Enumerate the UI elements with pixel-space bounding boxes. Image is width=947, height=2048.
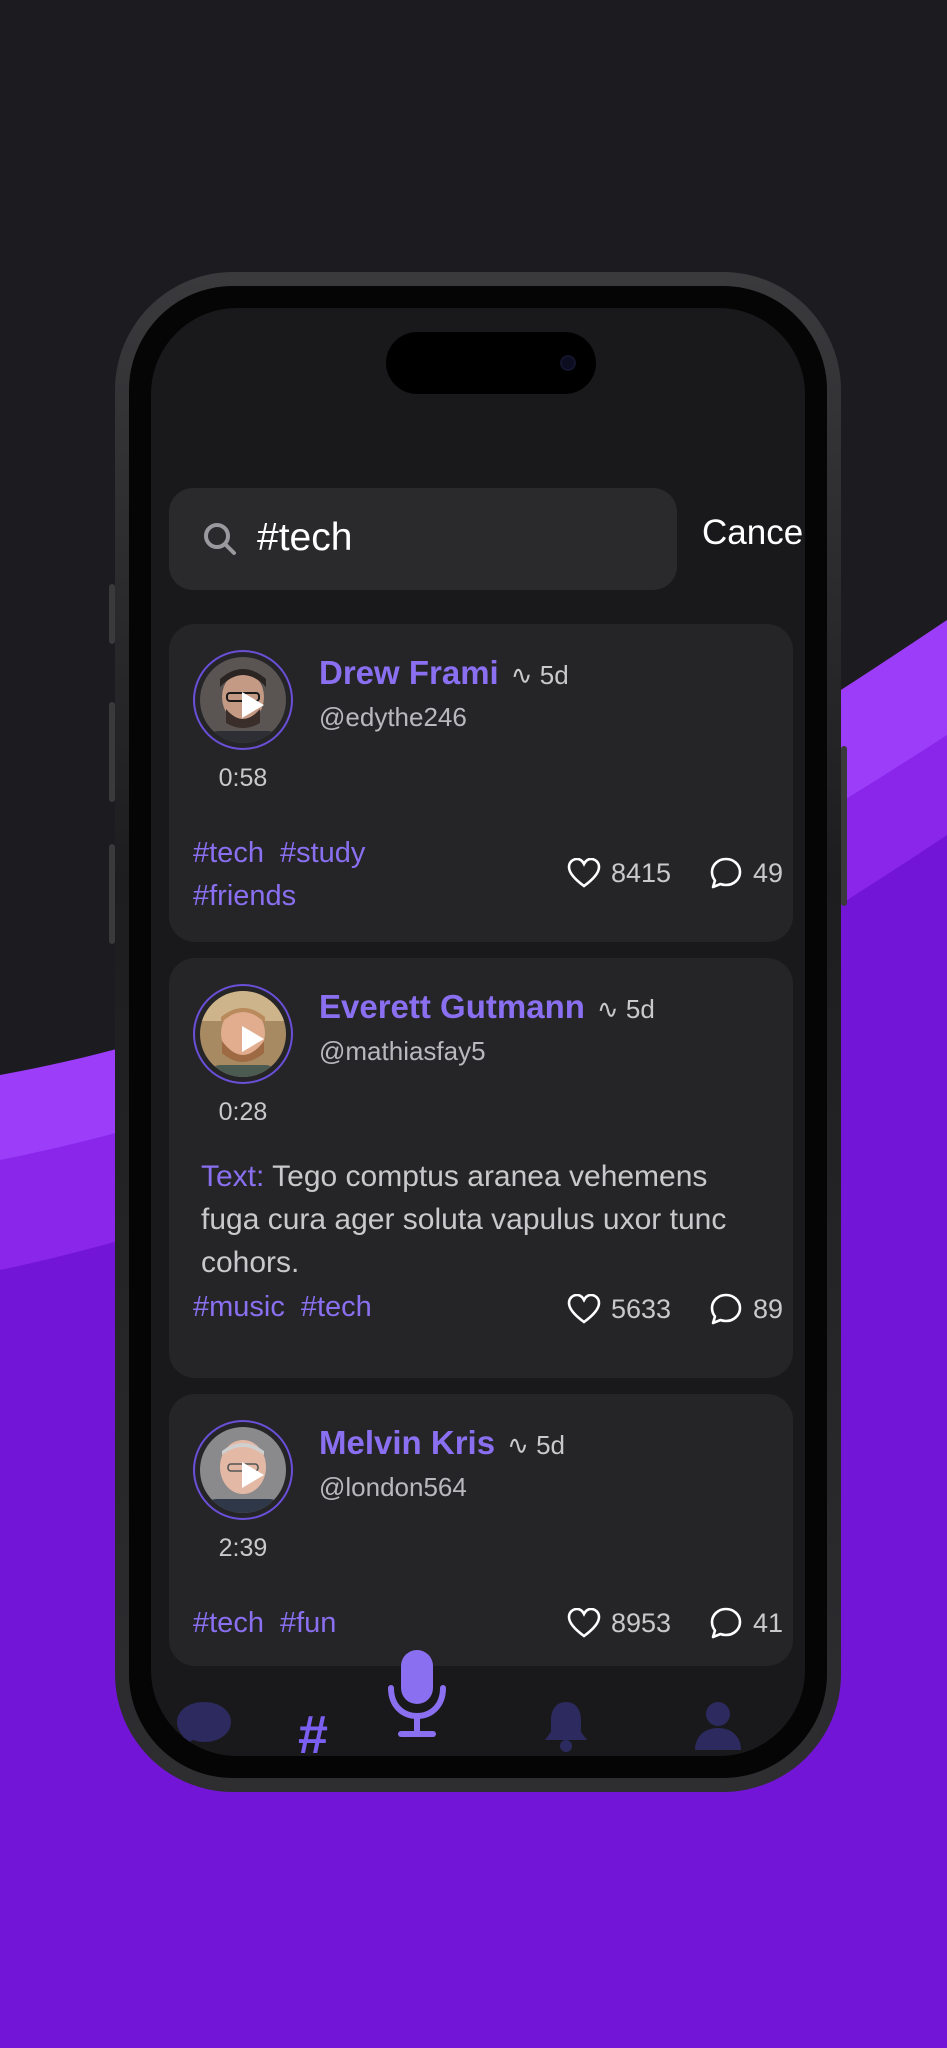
like-button[interactable]: 8953 (567, 1607, 672, 1640)
cancel-button[interactable]: Cancel (702, 513, 805, 553)
post-text: Text: Tego comptus aranea vehemens fuga … (201, 1155, 771, 1284)
author-handle[interactable]: @edythe246 (319, 702, 467, 733)
post-age: ∿ 5d (510, 660, 569, 690)
comment-icon (710, 1293, 742, 1325)
chat-bubble-icon[interactable] (175, 1700, 233, 1750)
author-name[interactable]: Drew Frami (319, 654, 499, 691)
tag-list: #music #tech (193, 1286, 493, 1329)
author-name[interactable]: Everett Gutmann (319, 988, 585, 1025)
tag-chip[interactable]: #friends (193, 880, 296, 912)
heart-icon (567, 1293, 601, 1324)
audio-duration: 0:28 (218, 1098, 268, 1126)
author-handle[interactable]: @london564 (319, 1472, 467, 1503)
post-card[interactable]: 0:58 Drew Frami ∿ 5d @edythe246 #tech #stu… (169, 624, 793, 942)
tag-chip[interactable]: #tech (193, 1607, 264, 1639)
tag-list: #tech #study #friends (193, 832, 423, 918)
volume-up-button (109, 702, 115, 802)
author-name[interactable]: Melvin Kris (319, 1424, 495, 1461)
hashtag-icon[interactable]: # (298, 1704, 328, 1756)
comment-button[interactable]: 89 (709, 1293, 784, 1328)
like-count: 5633 (611, 1294, 672, 1324)
author-handle[interactable]: @mathiasfay5 (319, 1036, 486, 1067)
avatar-play-button[interactable] (193, 650, 293, 750)
comment-button[interactable]: 49 (709, 857, 784, 892)
post-card[interactable]: 0:28 Everett Gutmann ∿ 5d @mathiasfay5 Te… (169, 958, 793, 1378)
power-button (841, 746, 847, 906)
play-icon (242, 1026, 264, 1052)
avatar-play-button[interactable] (193, 1420, 293, 1520)
microphone-icon[interactable] (385, 1648, 449, 1740)
phone-frame: #tech Cancel 0:58 Drew Frami ∿ 5d @edyth… (109, 272, 847, 1792)
tag-chip[interactable]: #tech (301, 1291, 372, 1323)
comment-button[interactable]: 41 (709, 1607, 784, 1642)
phone-bezel: #tech Cancel 0:58 Drew Frami ∿ 5d @edyth… (129, 286, 827, 1778)
app-screen: #tech Cancel 0:58 Drew Frami ∿ 5d @edyth… (151, 308, 805, 1756)
like-button[interactable]: 8415 (567, 857, 672, 890)
like-button[interactable]: 5633 (567, 1293, 672, 1326)
post-age: ∿ 5d (596, 994, 655, 1024)
wave-icon: ∿ (596, 994, 626, 1024)
tab-bar: # (151, 1650, 805, 1756)
like-count: 8953 (611, 1608, 672, 1638)
comment-count: 89 (753, 1294, 784, 1325)
like-count: 8415 (611, 858, 672, 888)
search-input[interactable]: #tech (257, 516, 352, 560)
audio-duration: 2:39 (218, 1534, 268, 1562)
comment-count: 41 (753, 1608, 784, 1639)
comment-icon (710, 1607, 742, 1639)
action-button (109, 584, 115, 644)
tag-chip[interactable]: #music (193, 1291, 285, 1323)
post-card[interactable]: 2:39 Melvin Kris ∿ 5d @london564 #tech #fu… (169, 1394, 793, 1666)
heart-icon (567, 857, 601, 888)
play-icon (242, 692, 264, 718)
tag-list: #tech #fun (193, 1602, 493, 1645)
avatar-play-button[interactable] (193, 984, 293, 1084)
tag-chip[interactable]: #fun (280, 1607, 336, 1639)
post-text-label: Text: (201, 1160, 265, 1193)
post-age: ∿ 5d (507, 1430, 565, 1460)
wave-icon: ∿ (507, 1430, 537, 1460)
profile-icon[interactable] (693, 1700, 743, 1752)
play-icon (242, 1462, 264, 1488)
comment-count: 49 (753, 858, 784, 889)
dynamic-island (386, 332, 596, 394)
wave-icon: ∿ (510, 660, 540, 690)
tag-chip[interactable]: #study (280, 837, 365, 869)
tag-chip[interactable]: #tech (193, 837, 264, 869)
heart-icon (567, 1607, 601, 1638)
search-icon (204, 523, 236, 555)
comment-icon (710, 857, 742, 889)
volume-down-button (109, 844, 115, 944)
bell-icon[interactable] (543, 1700, 589, 1752)
post-text-body: Tego comptus aranea vehemens fuga cura a… (201, 1160, 727, 1279)
search-field[interactable]: #tech (169, 488, 677, 590)
audio-duration: 0:58 (218, 764, 268, 792)
